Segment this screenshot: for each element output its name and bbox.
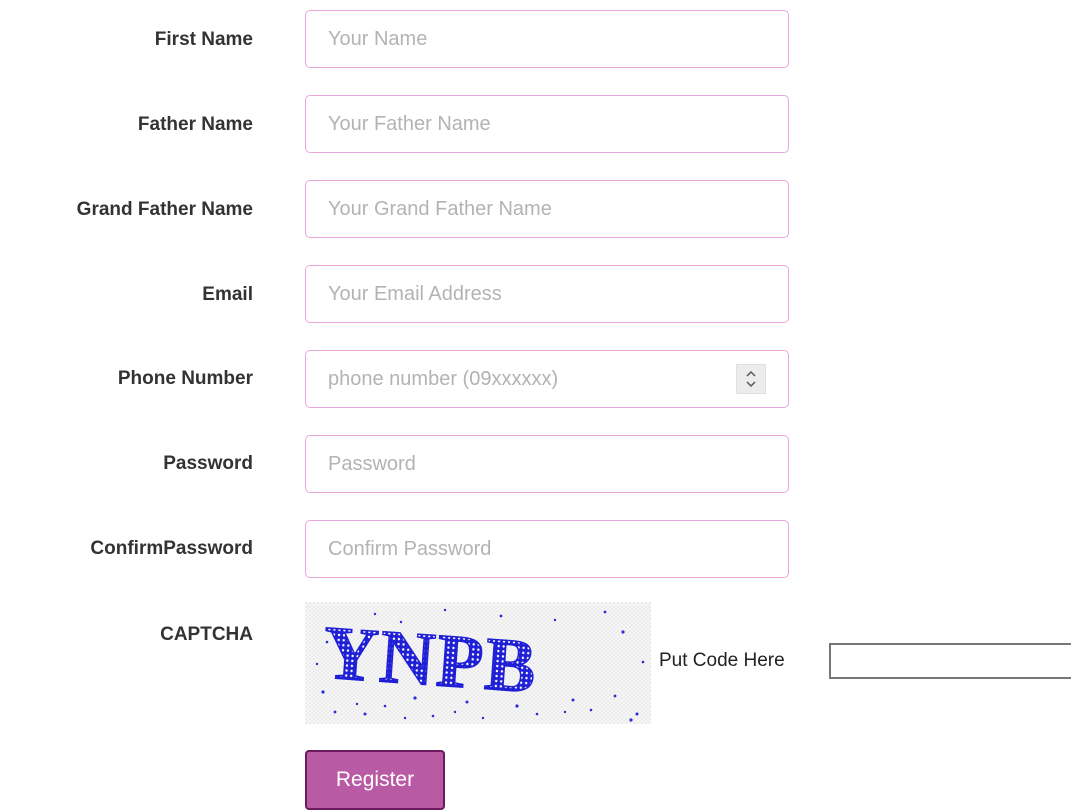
father-name-label: Father Name [137, 114, 253, 135]
phone-number-label: Phone Number [117, 368, 253, 389]
grand-father-name-field-box [305, 180, 789, 238]
captcha-text: YNPB [320, 610, 540, 709]
captcha-image: YNPB [305, 602, 651, 724]
password-field-box [305, 435, 789, 493]
updown-chevron-icon[interactable] [736, 364, 766, 394]
password-input[interactable] [306, 436, 788, 492]
grand-father-name-input[interactable] [306, 181, 788, 237]
father-name-input[interactable] [306, 96, 788, 152]
password-label: Password [163, 453, 253, 474]
confirm-password-field-box [305, 520, 789, 578]
first-name-label: First Name [154, 29, 253, 50]
captcha-code-label: Put Code Here [659, 650, 785, 671]
email-label: Email [202, 284, 253, 305]
father-name-field-box [305, 95, 789, 153]
grand-father-name-label: Grand Father Name [76, 199, 253, 220]
first-name-input[interactable] [306, 11, 788, 67]
register-button[interactable]: Register [305, 750, 445, 810]
phone-number-input[interactable] [306, 351, 788, 407]
confirm-password-input[interactable] [306, 521, 788, 577]
first-name-field-box [305, 10, 789, 68]
phone-number-field-box [305, 350, 789, 408]
captcha-label: CAPTCHA [160, 624, 253, 645]
email-input[interactable] [306, 266, 788, 322]
captcha-code-input[interactable] [829, 643, 1071, 679]
confirm-password-label: ConfirmPassword [90, 538, 253, 559]
email-field-box [305, 265, 789, 323]
